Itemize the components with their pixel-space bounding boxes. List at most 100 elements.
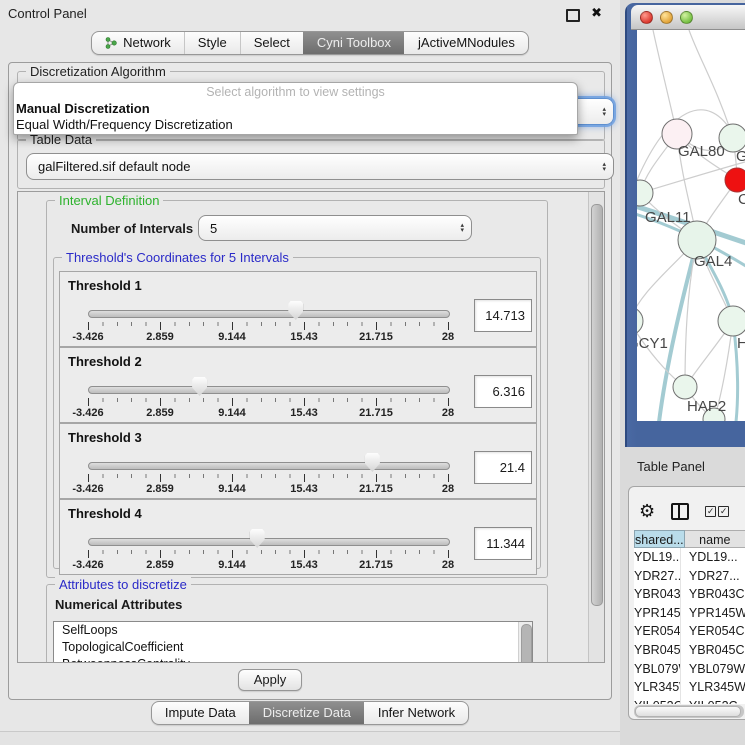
tick-label: 28 — [424, 407, 472, 419]
close-traffic-light[interactable] — [640, 11, 653, 24]
tick-label: 21.715 — [352, 483, 400, 495]
network-node[interactable] — [637, 307, 643, 335]
dropdown-option-manual[interactable]: Manual Discretization — [16, 101, 575, 116]
scrollbar-thumb[interactable] — [591, 204, 603, 606]
threshold-block: Threshold 3 -3.4262.8599.14415.4321.7152… — [59, 423, 537, 499]
table-row[interactable]: YER054CYER054C — [634, 622, 745, 641]
cell-shared-name[interactable]: YBL079W — [634, 660, 681, 679]
cell-name[interactable]: YPR145W — [681, 604, 745, 623]
tab-select[interactable]: Select — [240, 32, 303, 54]
cell-name[interactable]: YLR345W — [681, 678, 745, 697]
tick-label: -3.426 — [64, 331, 112, 343]
zoom-traffic-light[interactable] — [680, 11, 693, 24]
apply-button[interactable]: Apply — [238, 669, 302, 691]
checkbox-icon[interactable]: ✓ — [718, 506, 729, 517]
float-window-icon[interactable] — [566, 9, 580, 22]
threshold-value-box[interactable]: 14.713 — [474, 299, 532, 332]
cell-shared-name[interactable]: YER054C — [634, 622, 681, 641]
status-strip — [0, 732, 620, 745]
threshold-label: Threshold 2 — [68, 354, 142, 369]
slider-track[interactable] — [88, 462, 450, 470]
num-intervals-dropdown[interactable]: 5 ▴▾ — [198, 215, 472, 241]
tab-jactivemnodules[interactable]: jActiveMNodules — [404, 32, 528, 54]
minimize-traffic-light[interactable] — [660, 11, 673, 24]
tab-impute-data[interactable]: Impute Data — [152, 702, 249, 724]
tab-network[interactable]: Network — [92, 32, 184, 54]
horizontal-scrollbar[interactable] — [634, 705, 744, 718]
node-label: GA — [736, 148, 745, 165]
interval-definition-group: Interval Definition Number of Intervals … — [46, 200, 548, 578]
list-item[interactable]: BetweennessCentrality — [54, 656, 532, 663]
gear-icon[interactable]: ⚙ — [639, 502, 655, 520]
cell-shared-name[interactable]: YBR045C — [634, 641, 681, 660]
major-tick — [376, 322, 377, 330]
close-icon[interactable]: ✖ — [591, 5, 602, 21]
dropdown-option-equal-width[interactable]: Equal Width/Frequency Discretization — [16, 117, 575, 132]
network-node-selected[interactable] — [725, 168, 745, 192]
table-row[interactable]: YBR045CYBR045C — [634, 641, 745, 660]
slider-track[interactable] — [88, 310, 450, 318]
threshold-value-box[interactable]: 21.4 — [474, 451, 532, 484]
network-node[interactable] — [637, 180, 653, 206]
table-row[interactable]: YBL079WYBL079W — [634, 660, 745, 679]
spinner-icon: ▴▾ — [460, 223, 464, 233]
cell-name[interactable]: YBL079W — [681, 660, 745, 679]
tab-infer-network[interactable]: Infer Network — [364, 702, 468, 724]
node-attribute-table: shared... name YDL19...YDL19...YDR27...Y… — [634, 530, 745, 704]
column-split-icon[interactable] — [671, 503, 689, 520]
major-tick — [232, 550, 233, 558]
list-scrollbar[interactable] — [518, 622, 532, 663]
major-tick — [88, 474, 89, 482]
cell-shared-name[interactable]: YIL052C — [634, 697, 681, 704]
cell-name[interactable]: YER054C — [681, 622, 745, 641]
cell-name[interactable]: YDL19... — [681, 548, 745, 567]
cell-name[interactable]: YIL052C — [681, 697, 745, 704]
cell-name[interactable]: YBR045C — [681, 641, 745, 660]
slider-ruler: -3.4262.8599.14415.4321.71528 — [88, 398, 449, 420]
cell-shared-name[interactable]: YDR27... — [634, 567, 681, 586]
group-title: Interval Definition — [55, 193, 163, 208]
table-row[interactable]: YBR043CYBR043C — [634, 585, 745, 604]
cell-shared-name[interactable]: YPR145W — [634, 604, 681, 623]
cell-shared-name[interactable]: YBR043C — [634, 585, 681, 604]
network-node[interactable] — [673, 375, 697, 399]
major-tick — [304, 474, 305, 482]
network-node[interactable] — [718, 306, 745, 336]
tab-cyni-toolbox[interactable]: Cyni Toolbox — [303, 32, 404, 54]
network-window-titlebar[interactable] — [631, 5, 745, 30]
tick-label: 2.859 — [136, 483, 184, 495]
column-header-name[interactable]: name — [685, 530, 745, 548]
cell-shared-name[interactable]: YLR345W — [634, 678, 681, 697]
tab-label: Network — [123, 32, 171, 54]
threshold-label: Threshold 3 — [68, 430, 142, 445]
table-data-dropdown[interactable]: galFiltered.sif default node ▴▾ — [26, 153, 614, 180]
tab-discretize-data[interactable]: Discretize Data — [249, 702, 364, 724]
threshold-value-box[interactable]: 11.344 — [474, 527, 532, 560]
slider-ruler: -3.4262.8599.14415.4321.71528 — [88, 474, 449, 496]
list-item[interactable]: SelfLoops — [54, 622, 532, 639]
node-label: GAL11 — [645, 209, 691, 226]
column-header-shared-name[interactable]: shared... — [634, 530, 685, 548]
attributes-list[interactable]: SelfLoops TopologicalCoefficient Between… — [53, 621, 533, 663]
table-row[interactable]: YPR145WYPR145W — [634, 604, 745, 623]
checkbox-icon[interactable]: ✓ — [705, 506, 716, 517]
tab-style[interactable]: Style — [184, 32, 240, 54]
network-view-window: GAL80 GA C GAL11 GAL4 GCY1 H HAP2 — [625, 3, 745, 447]
table-row[interactable]: YLR345WYLR345W — [634, 678, 745, 697]
cell-shared-name[interactable]: YDL19... — [634, 548, 681, 567]
table-row[interactable]: YDR27...YDR27... — [634, 567, 745, 586]
cell-name[interactable]: YDR27... — [681, 567, 745, 586]
network-canvas[interactable]: GAL80 GA C GAL11 GAL4 GCY1 H HAP2 — [637, 30, 745, 421]
settings-scrollbar[interactable] — [588, 192, 604, 662]
cell-name[interactable]: YBR043C — [681, 585, 745, 604]
table-row[interactable]: YIL052CYIL052C — [634, 697, 745, 704]
list-item[interactable]: TopologicalCoefficient — [54, 639, 532, 656]
slider-track[interactable] — [88, 538, 450, 546]
num-intervals-value: 5 — [210, 221, 217, 236]
table-row[interactable]: YDL19...YDL19... — [634, 548, 745, 567]
scrollbar-thumb[interactable] — [635, 706, 741, 717]
slider-track[interactable] — [88, 386, 450, 394]
major-tick — [448, 474, 449, 482]
tick-label: 28 — [424, 559, 472, 571]
threshold-value-box[interactable]: 6.316 — [474, 375, 532, 408]
